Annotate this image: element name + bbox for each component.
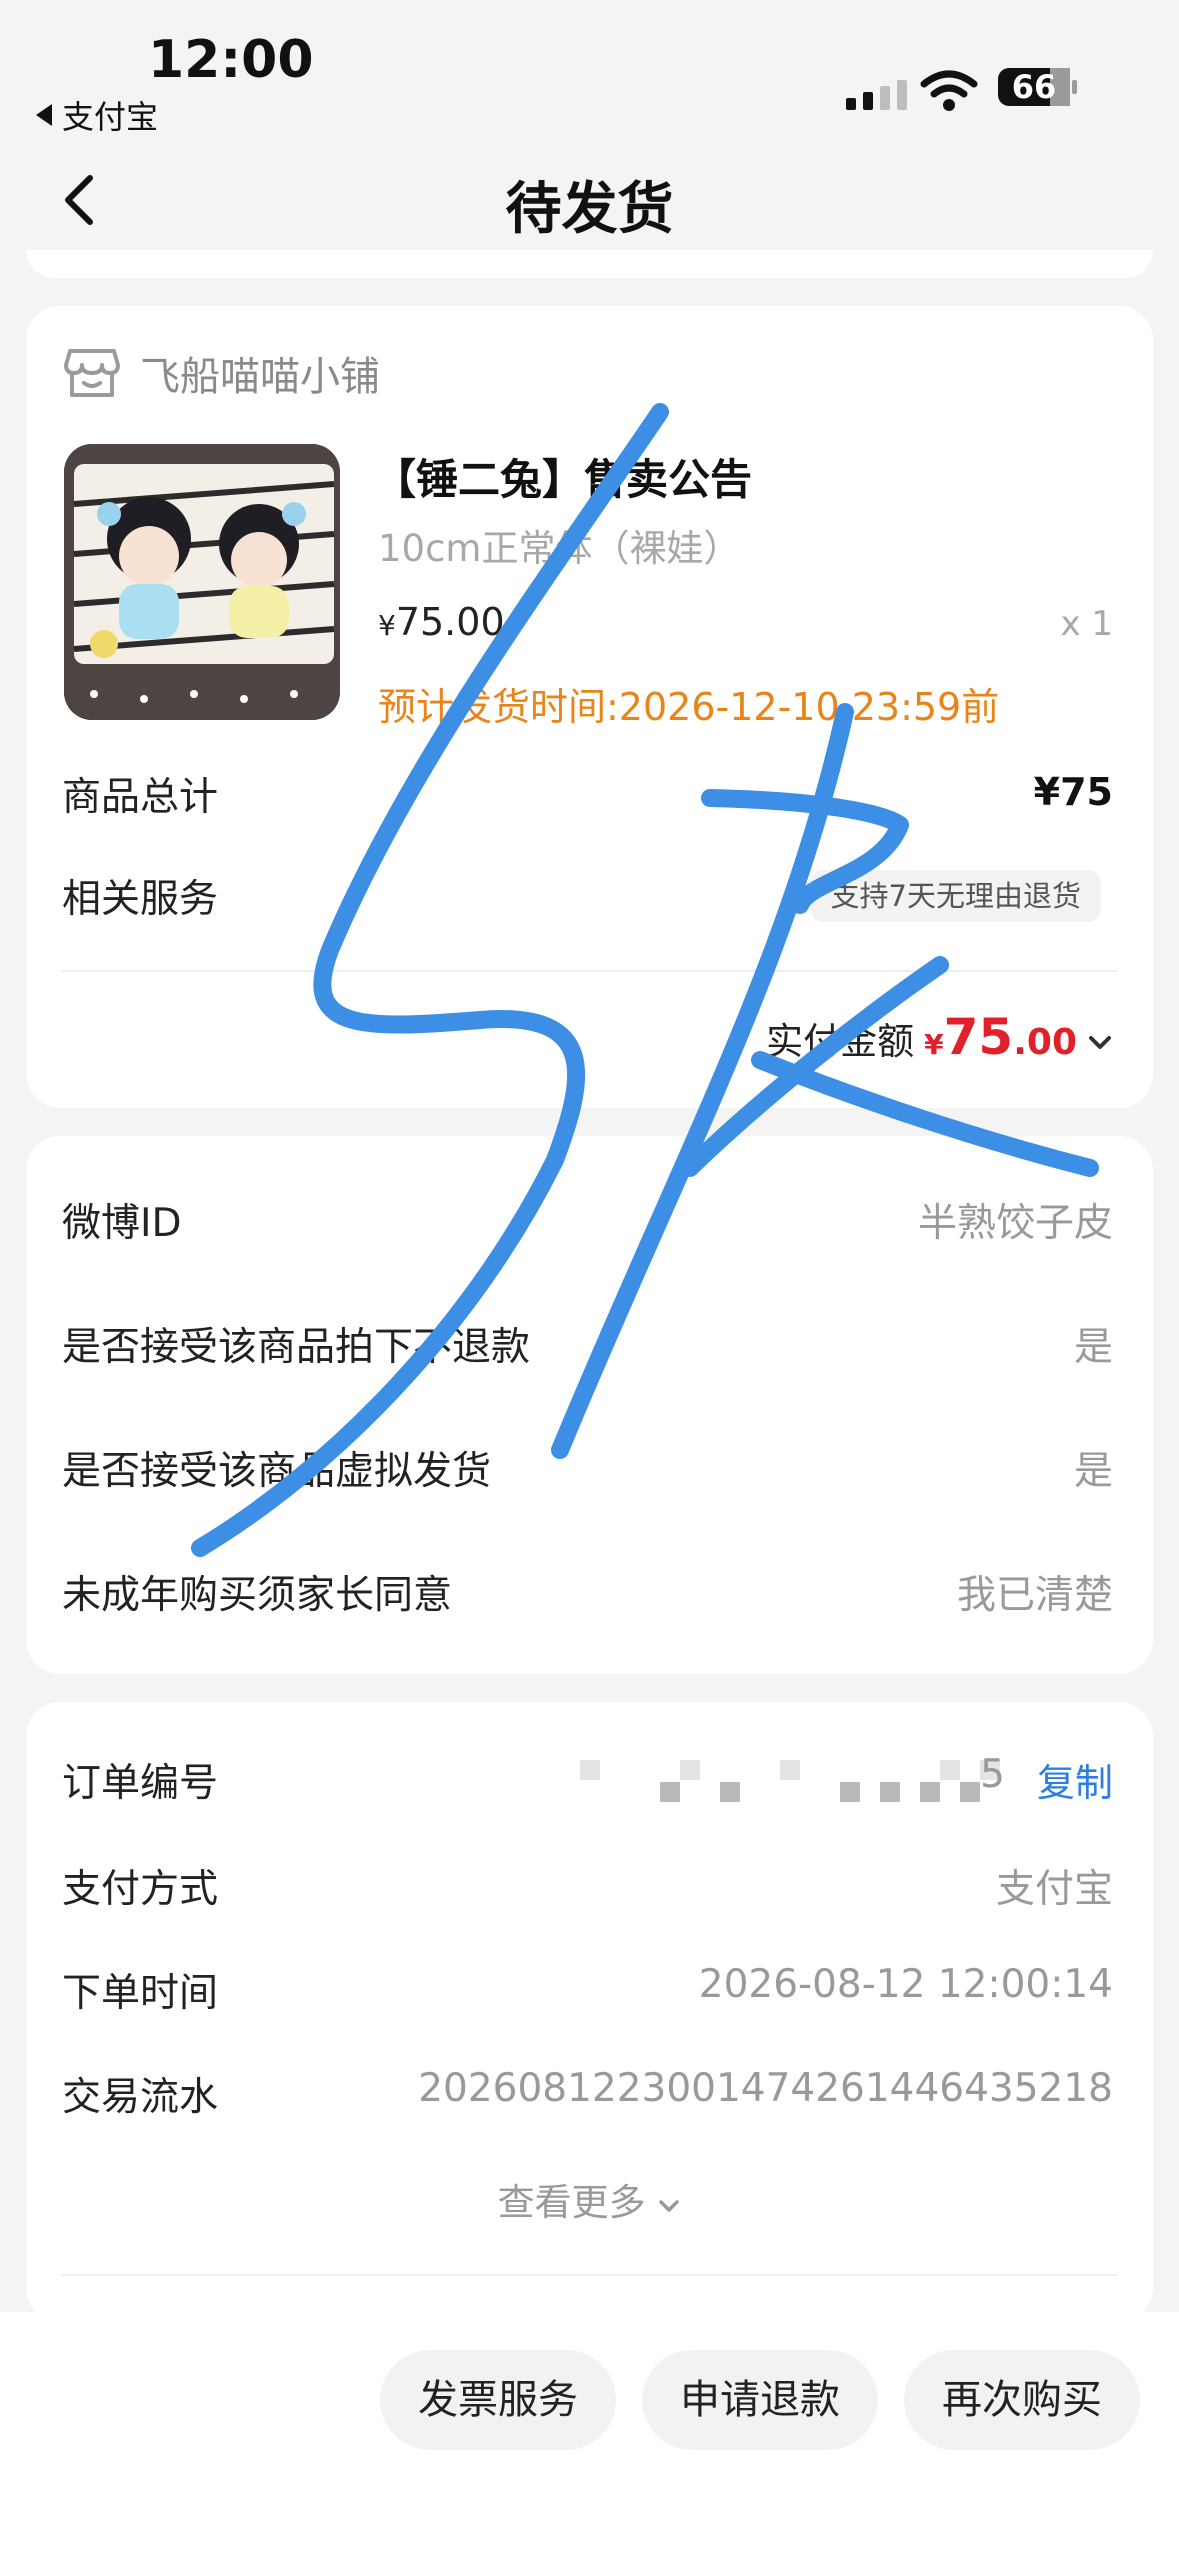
payment-method-label: 支付方式 (62, 1867, 219, 1912)
order-time-value: 2026-08-12 12:00:14 (698, 1962, 1113, 2007)
invoice-service-button[interactable]: 发票服务 (380, 2350, 616, 2450)
back-app-label: 支付宝 (62, 98, 159, 136)
product-spec: 10cm正常体（裸娃） (378, 527, 741, 570)
paid-amount: ¥75.00 (924, 1008, 1077, 1066)
battery-percent: 66 (1011, 68, 1057, 106)
wifi-icon (920, 70, 978, 111)
paid-label: 实付金额 (766, 1020, 915, 1063)
store-icon (64, 349, 120, 397)
previous-card-edge (26, 250, 1153, 278)
paid-integer: 75 (943, 1008, 1014, 1066)
paid-decimal: .00 (1013, 1022, 1077, 1063)
chevron-down-icon (659, 2200, 680, 2212)
question-value-weibo: 半熟饺子皮 (917, 1201, 1113, 1246)
order-info-divider (62, 2274, 1117, 2276)
price-value: 75.00 (395, 600, 505, 644)
service-label: 相关服务 (62, 877, 219, 922)
question-value-no-refund: 是 (1073, 1325, 1113, 1370)
shop-name: 飞船喵喵小铺 (140, 354, 380, 400)
return-policy-badge[interactable]: 支持7天无理由退货 (810, 870, 1101, 922)
cellular-signal-icon (846, 80, 907, 110)
trade-number-value: 2026081223001474261446435218 (418, 2066, 1113, 2111)
question-label-no-refund: 是否接受该商品拍下不退款 (62, 1325, 531, 1370)
status-time: 12:00 (148, 30, 314, 90)
plush-doll-image (64, 444, 340, 720)
request-refund-button[interactable]: 申请退款 (642, 2350, 878, 2450)
order-number-label: 订单编号 (62, 1761, 219, 1806)
summary-divider (62, 970, 1117, 972)
question-label-virtual-shipping: 是否接受该商品虚拟发货 (62, 1449, 492, 1494)
paid-currency: ¥ (924, 1028, 944, 1061)
paid-amount-row[interactable]: 实付金额 ¥75.00 (766, 1008, 1113, 1066)
buy-again-button[interactable]: 再次购买 (904, 2350, 1140, 2450)
question-value-parental-consent: 我已清楚 (956, 1573, 1113, 1618)
total-value: ¥75 (1033, 770, 1113, 814)
product-title[interactable]: 【锤二兔】售卖公告 (374, 446, 752, 507)
payment-method-value: 支付宝 (995, 1867, 1113, 1912)
back-triangle-icon (36, 104, 52, 126)
page-title: 待发货 (505, 177, 674, 242)
order-time-label: 下单时间 (62, 1971, 219, 2016)
estimated-ship-time: 预计发货时间:2026-12-10 23:59前 (378, 685, 1000, 729)
question-value-virtual-shipping: 是 (1073, 1449, 1113, 1494)
view-more-label: 查看更多 (497, 2181, 646, 2224)
product-thumbnail[interactable] (64, 444, 340, 720)
trade-number-label: 交易流水 (62, 2075, 219, 2120)
total-label: 商品总计 (62, 775, 219, 820)
chevron-down-icon (1089, 1036, 1111, 1049)
price-currency: ¥ (378, 609, 396, 642)
shop-header[interactable]: 飞船喵喵小铺 (64, 344, 380, 402)
product-quantity: x 1 (1060, 604, 1113, 644)
question-label-parental-consent: 未成年购买须家长同意 (62, 1573, 453, 1618)
view-more-link[interactable]: 查看更多 (0, 2172, 1179, 2226)
question-label-weibo: 微博ID (62, 1201, 182, 1246)
product-price: ¥75.00 (378, 600, 505, 644)
battery-indicator: 66 (998, 66, 1078, 108)
back-to-app-link[interactable]: 支付宝 (36, 92, 158, 138)
order-number-redacted (578, 1756, 1018, 1806)
order-number-tail: 5 (980, 1752, 1005, 1797)
copy-order-number-button[interactable]: 复制 (1037, 1752, 1113, 1807)
